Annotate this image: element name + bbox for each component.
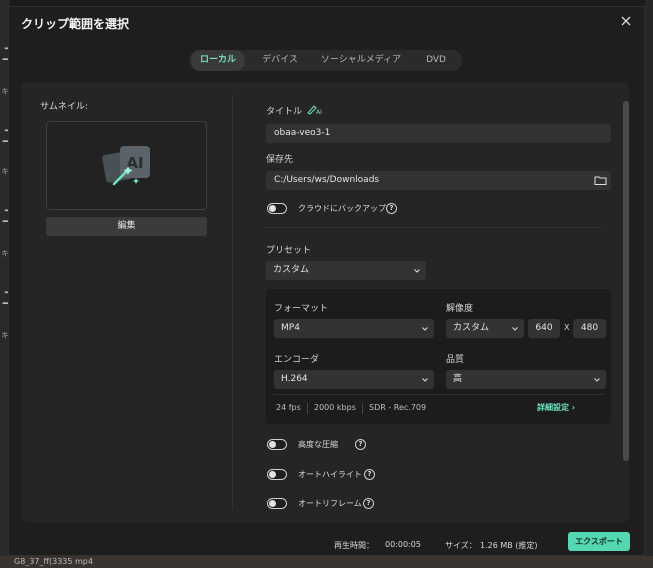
size-label: サイズ：: [445, 541, 477, 550]
format-select[interactable]: MP4: [274, 319, 434, 338]
chevron-down-icon: [594, 378, 600, 382]
tab-device[interactable]: デバイス: [253, 50, 307, 71]
inner-divider: [273, 394, 604, 395]
size-value: 1.26 MB (推定): [480, 541, 538, 550]
save-path-field[interactable]: C:/Users/ws/Downloads: [266, 171, 611, 190]
advanced-compression-toggle[interactable]: [267, 439, 287, 450]
advanced-settings-link[interactable]: 詳細設定 ›: [537, 402, 575, 413]
encoder-select[interactable]: H.264: [274, 370, 434, 389]
title-label: タイトル: [266, 107, 303, 117]
help-icon[interactable]: ?: [386, 203, 397, 214]
export-target-tabs: ローカル デバイス ソーシャルメディア DVD: [189, 50, 462, 71]
cloud-backup-label: クラウドにバックアップ: [298, 204, 386, 213]
tab-local[interactable]: ローカル: [191, 50, 245, 71]
help-icon[interactable]: ?: [363, 498, 374, 509]
format-value: MP4: [281, 323, 300, 333]
encoder-label: エンコーダ: [274, 355, 320, 365]
background-app-bottom: G8_37_ff(3335 mp4: [0, 556, 653, 568]
advanced-compression-label: 高度な圧縮: [298, 440, 338, 449]
dialog-title: クリップ範囲を選択: [21, 17, 130, 31]
section-divider: [266, 227, 601, 228]
ai-rename-icon[interactable]: AI: [306, 103, 322, 115]
preset-label: プリセット: [266, 246, 312, 256]
column-divider: [232, 95, 233, 510]
quality-select[interactable]: 高: [446, 370, 606, 389]
ai-image-icon: AI: [102, 146, 150, 186]
thumbnail-label: サムネイル:: [40, 102, 88, 112]
fps-info: 24 fps: [276, 403, 301, 412]
svg-text:AI: AI: [316, 109, 322, 115]
info-separator: [307, 403, 308, 414]
auto-reframe-label: オートリフレーム: [298, 499, 362, 508]
auto-highlight-toggle[interactable]: [267, 469, 287, 480]
encoding-settings-block: フォーマット MP4 解像度 カスタム 640 X 480 エンコーダ H.26…: [266, 289, 611, 424]
bitrate-info: 2000 kbps: [314, 403, 356, 412]
close-icon: [621, 16, 631, 26]
chevron-down-icon: [422, 378, 428, 382]
tab-social-media[interactable]: ソーシャルメディア: [315, 50, 407, 71]
save-path-value: C:/Users/ws/Downloads: [274, 175, 380, 185]
scrollbar-thumb[interactable]: [623, 101, 629, 461]
quality-label: 品質: [446, 355, 465, 365]
chevron-down-icon: [414, 269, 420, 273]
duration-label: 再生時間：: [334, 541, 374, 550]
help-icon[interactable]: ?: [364, 469, 375, 480]
duration-value: 00:00:05: [385, 540, 421, 549]
save-to-label: 保存先: [266, 155, 294, 165]
resolution-value: カスタム: [453, 323, 490, 333]
chevron-down-icon: [422, 327, 428, 331]
background-app-edge-right: [645, 0, 653, 568]
edit-thumbnail-button[interactable]: 編集: [46, 217, 207, 236]
chevron-down-icon: [512, 327, 518, 331]
auto-highlight-label: オートハイライト: [298, 470, 362, 479]
export-dialog: クリップ範囲を選択 ローカル デバイス ソーシャルメディア DVD サムネイル:…: [8, 6, 645, 556]
help-icon[interactable]: ?: [355, 439, 366, 450]
info-separator: [362, 403, 363, 414]
preset-value: カスタム: [273, 265, 310, 275]
resolution-height-input[interactable]: 480: [573, 319, 606, 338]
resolution-width-input[interactable]: 640: [528, 319, 560, 338]
resolution-x-separator: X: [564, 323, 570, 332]
settings-panel: サムネイル: AI 編集 タイトル AI obaa-veo3-1 保存先 C:/…: [21, 82, 629, 522]
resolution-select[interactable]: カスタム: [446, 319, 524, 338]
format-label: フォーマット: [274, 304, 329, 314]
preset-select[interactable]: カスタム: [266, 261, 426, 280]
close-button[interactable]: [618, 13, 634, 29]
resolution-label: 解像度: [446, 304, 474, 314]
folder-icon[interactable]: [594, 174, 607, 186]
cloud-backup-toggle[interactable]: [267, 203, 287, 214]
tab-dvd[interactable]: DVD: [415, 50, 457, 71]
hdr-info: SDR - Rec.709: [369, 403, 427, 412]
export-button[interactable]: エクスポート: [568, 532, 630, 551]
auto-reframe-toggle[interactable]: [267, 498, 287, 509]
thumbnail-preview[interactable]: AI: [46, 121, 207, 210]
encoder-value: H.264: [281, 374, 308, 384]
quality-value: 高: [453, 374, 463, 384]
title-input[interactable]: obaa-veo3-1: [266, 124, 611, 143]
